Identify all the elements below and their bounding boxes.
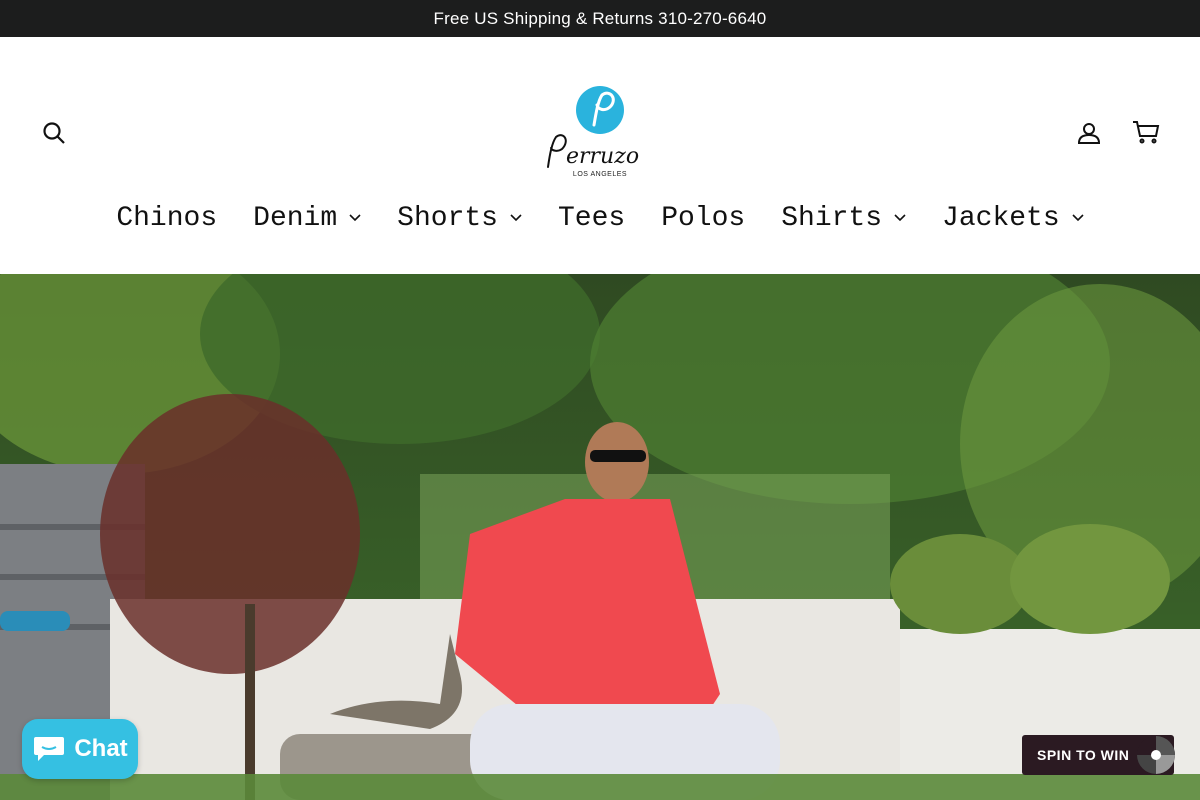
nav-label: Polos [661,202,746,234]
nav-item-tees[interactable]: Tees [540,203,643,234]
chevron-down-icon [349,214,361,222]
wheel-icon [1137,736,1175,774]
main-navigation: Chinos Denim Shorts Tees Polos Shirts Ja… [0,183,1200,253]
nav-item-denim[interactable]: Denim [235,203,379,234]
nav-label: Jackets [942,202,1060,234]
spin-label: SPIN TO WIN [1037,747,1130,763]
nav-label: Denim [253,202,338,234]
nav-item-chinos[interactable]: Chinos [98,203,235,234]
nav-item-shorts[interactable]: Shorts [379,203,540,234]
site-header: erruzo LOS ANGELES Chinos Denim Shorts T… [0,37,1200,274]
cart-button[interactable] [1130,117,1162,147]
nav-item-polos[interactable]: Polos [643,203,763,234]
search-icon [43,122,65,144]
perruzo-logo-mark: erruzo [547,86,639,169]
nav-label: Tees [557,202,626,234]
chevron-down-icon [510,214,522,222]
account-button[interactable] [1075,119,1103,147]
chat-bubble-icon [34,737,65,761]
hero-image [0,274,1200,800]
nav-item-shirts[interactable]: Shirts [763,203,924,234]
nav-label: Chinos [116,202,218,234]
chat-label: Chat [74,735,128,762]
search-button[interactable] [40,119,68,147]
nav-label: Shirts [781,202,883,234]
logo-subtitle: LOS ANGELES [572,171,628,178]
nav-item-jackets[interactable]: Jackets [924,203,1102,234]
chevron-down-icon [894,214,906,222]
svg-text:erruzo: erruzo [566,144,639,169]
chevron-down-icon [1072,214,1084,222]
brand-logo[interactable]: erruzo LOS ANGELES [540,85,660,185]
nav-label: Shorts [397,202,498,234]
announcement-text: Free US Shipping & Returns 310-270-6640 [433,8,767,28]
user-icon [1077,123,1101,144]
spin-to-win-button[interactable]: SPIN TO WIN [1022,735,1175,775]
hero-photo-illustration [0,274,1200,800]
cart-icon [1133,121,1160,144]
chat-button[interactable]: Chat [22,719,138,779]
announcement-bar: Free US Shipping & Returns 310-270-6640 [0,0,1200,37]
